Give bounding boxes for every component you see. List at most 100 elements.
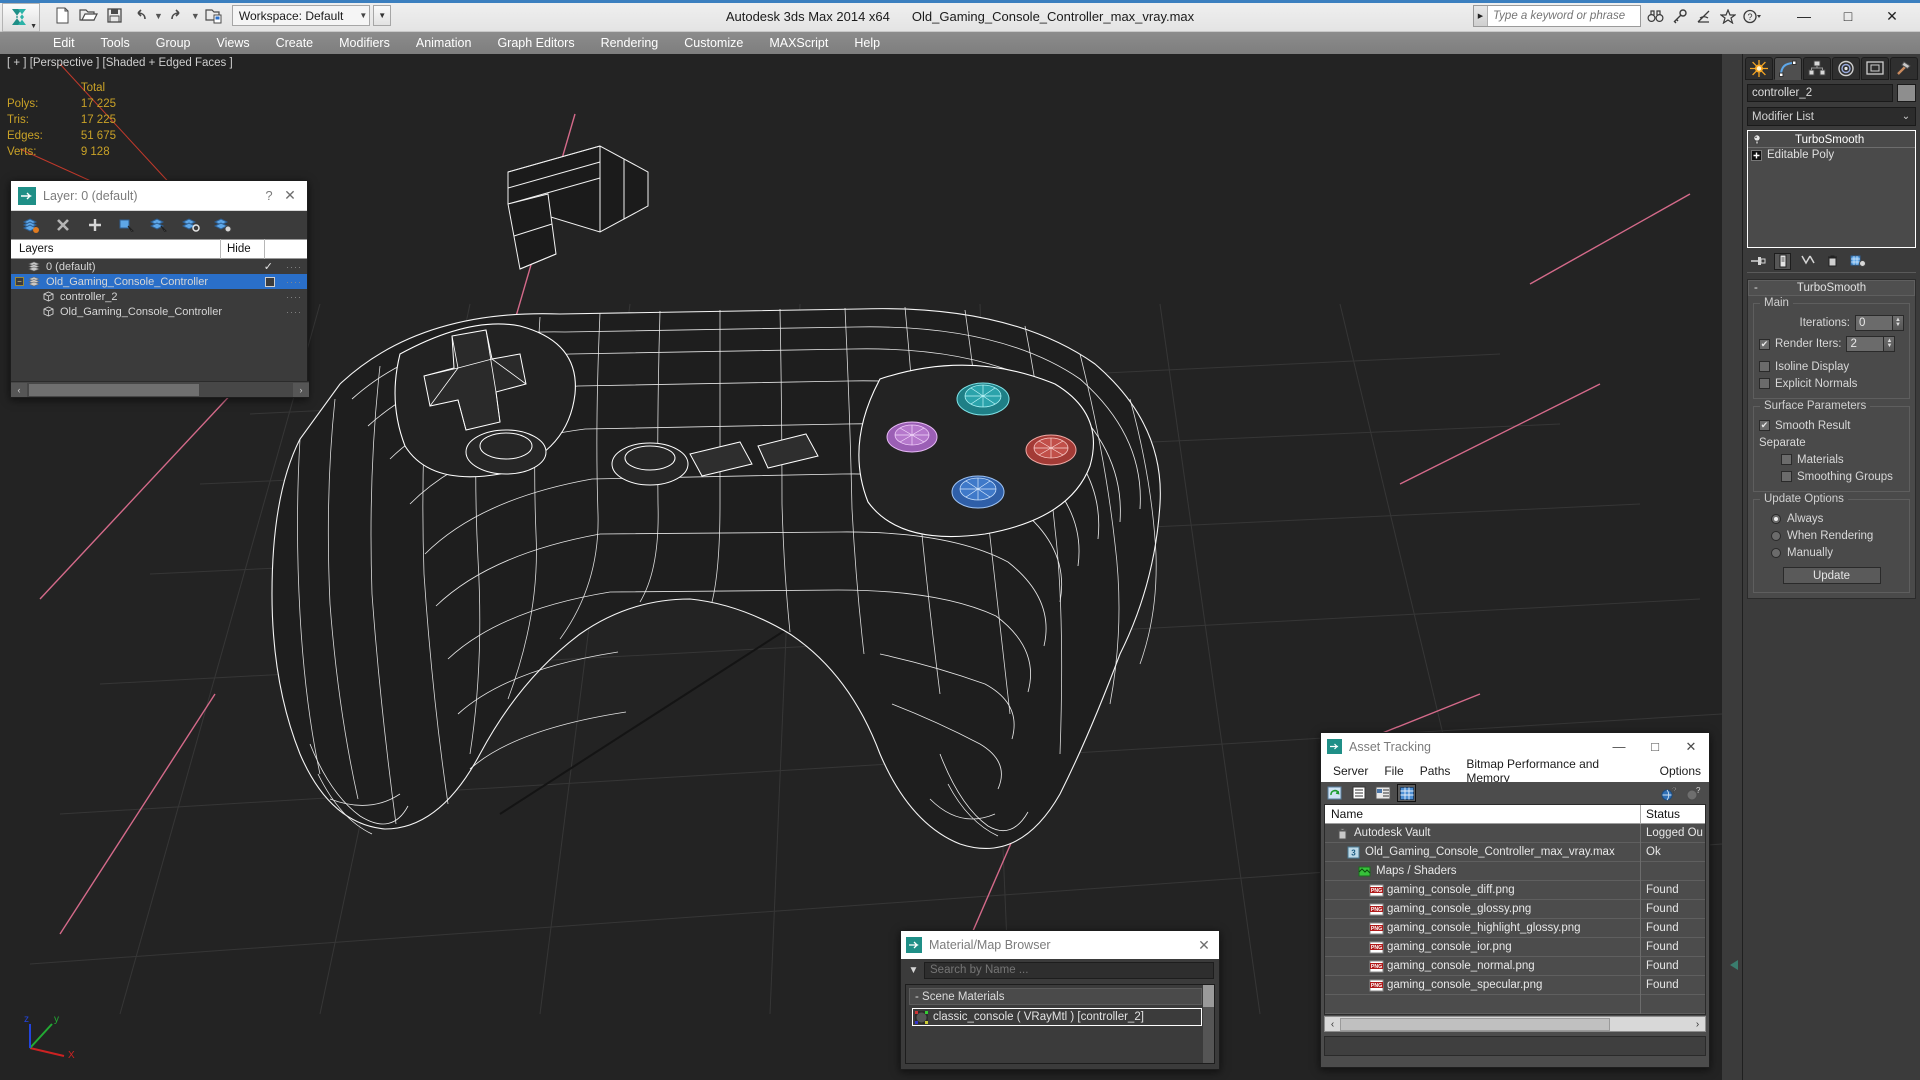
asset-row[interactable]: PNG gaming_console_glossy.png Found — [1325, 899, 1705, 919]
object-name-field[interactable]: controller_2 — [1747, 84, 1893, 102]
layer-properties-icon[interactable] — [213, 216, 232, 235]
separate-smoothing-groups-checkbox[interactable] — [1781, 471, 1792, 482]
layer-dialog-close-button[interactable]: ✕ — [279, 187, 301, 204]
command-panel[interactable]: controller_2 Modifier List ⌄ TurboSmooth… — [1742, 54, 1920, 1080]
grid-view-icon[interactable] — [1397, 784, 1416, 802]
layer-row[interactable]: Old_Gaming_Console_Controller ···· — [11, 304, 307, 319]
render-iters-spinner[interactable]: 2 ▲ ▼ — [1846, 336, 1896, 352]
object-color-swatch[interactable] — [1897, 84, 1916, 102]
scroll-thumb[interactable] — [1203, 985, 1214, 1007]
menu-item-tools[interactable]: Tools — [88, 32, 143, 54]
update-always-radio[interactable] — [1771, 513, 1781, 524]
asset-row[interactable]: PNG gaming_console_specular.png Found — [1325, 975, 1705, 995]
material-list-item[interactable]: classic_console ( VRayMtl ) [controller_… — [912, 1008, 1202, 1026]
scroll-right-arrow-icon[interactable]: › — [1690, 1019, 1705, 1030]
list-view-icon[interactable] — [1349, 784, 1368, 802]
render-iters-spinner-buttons[interactable]: ▲ ▼ — [1884, 336, 1896, 352]
asset-tracking-horizontal-scrollbar[interactable]: ‹ › — [1324, 1016, 1706, 1032]
workspace-dropdown-button[interactable]: ▼ — [373, 5, 392, 26]
asset-menu-item-server[interactable]: Server — [1325, 764, 1376, 778]
layer-dialog-help-button[interactable]: ? — [259, 188, 279, 203]
asset-tracking-close-button[interactable]: ✕ — [1673, 734, 1709, 760]
layer-hide-checkbox[interactable] — [265, 276, 275, 287]
undo-icon[interactable] — [128, 4, 152, 28]
hierarchy-tab[interactable] — [1803, 57, 1831, 80]
expander-minus-icon[interactable]: − — [15, 277, 24, 286]
update-always-row[interactable]: Always — [1759, 510, 1904, 527]
set-project-folder-icon[interactable] — [202, 4, 226, 28]
update-manually-radio[interactable] — [1771, 547, 1781, 558]
modifier-stack[interactable]: TurboSmooth Editable Poly — [1747, 130, 1916, 248]
scene-materials-group-header[interactable]: - Scene Materials — [909, 988, 1202, 1005]
highlight-selected-objects-layer-icon[interactable] — [181, 216, 200, 235]
turbosmooth-rollout-header[interactable]: - TurboSmooth — [1748, 280, 1915, 296]
display-tab[interactable] — [1861, 57, 1889, 80]
asset-menu-item-file[interactable]: File — [1376, 764, 1411, 778]
separate-smoothing-groups-row[interactable]: Smoothing Groups — [1759, 468, 1904, 485]
menu-item-group[interactable]: Group — [143, 32, 204, 54]
help-globe-icon[interactable]: ? — [1659, 784, 1678, 802]
asset-row[interactable]: PNG gaming_console_diff.png Found — [1325, 880, 1705, 900]
asset-row[interactable]: Autodesk Vault Logged Ou — [1325, 823, 1705, 843]
search-dropdown-caret-icon[interactable]: ▶ — [1474, 6, 1488, 26]
render-iters-checkbox[interactable]: ✔ — [1759, 338, 1770, 350]
menu-item-views[interactable]: Views — [203, 32, 262, 54]
redo-icon[interactable] — [165, 4, 189, 28]
separate-materials-checkbox[interactable] — [1781, 454, 1792, 465]
asset-row[interactable]: 3 Old_Gaming_Console_Controller_max_vray.… — [1325, 842, 1705, 862]
iterations-spinner-buttons[interactable]: ▲ ▼ — [1893, 315, 1904, 331]
isoline-display-checkbox[interactable] — [1759, 361, 1770, 372]
open-file-icon[interactable] — [76, 4, 100, 28]
help-icon[interactable]: ? — [1684, 784, 1703, 802]
separate-materials-row[interactable]: Materials — [1759, 451, 1904, 468]
isoline-display-row[interactable]: Isoline Display — [1759, 358, 1904, 375]
menu-item-edit[interactable]: Edit — [40, 32, 88, 54]
close-button[interactable]: ✕ — [1870, 3, 1914, 29]
configure-modifier-sets-icon[interactable] — [1849, 253, 1866, 270]
material-search-input[interactable] — [924, 961, 1214, 979]
smooth-result-checkbox[interactable]: ✔ — [1759, 420, 1770, 431]
asset-menu-item-bitmap-performance-and-memory[interactable]: Bitmap Performance and Memory — [1458, 757, 1651, 785]
utilities-tab[interactable] — [1890, 57, 1918, 80]
motion-tab[interactable] — [1832, 57, 1860, 80]
render-iters-value[interactable]: 2 — [1846, 336, 1885, 352]
modifier-list-dropdown[interactable]: Modifier List ⌄ — [1747, 107, 1916, 126]
asset-tracking-minimize-button[interactable]: — — [1601, 734, 1637, 760]
iterations-spinner[interactable]: 0 ▲ ▼ — [1855, 315, 1904, 331]
material-map-browser[interactable]: Material/Map Browser ✕ ▼ - Scene Materia… — [900, 930, 1220, 1070]
layer-tree[interactable]: 0 (default) ✓ ···· − Old_Gaming_Console_Cont… — [11, 259, 307, 367]
asset-menu-item-options[interactable]: Options — [1652, 764, 1709, 778]
asset-row[interactable] — [1325, 994, 1705, 1014]
scroll-left-arrow-icon[interactable]: ‹ — [11, 382, 27, 397]
menu-item-maxscript[interactable]: MAXScript — [756, 32, 841, 54]
layer-row[interactable]: 0 (default) ✓ ···· — [11, 259, 307, 274]
delete-layer-icon[interactable] — [53, 216, 72, 235]
explicit-normals-checkbox[interactable] — [1759, 378, 1770, 389]
layer-hide-check-icon[interactable]: ✓ — [264, 260, 273, 273]
update-when-rendering-row[interactable]: When Rendering — [1759, 527, 1904, 544]
minimize-button[interactable]: — — [1782, 3, 1826, 29]
maximize-button[interactable]: □ — [1826, 3, 1870, 29]
panel-splitter[interactable] — [1722, 54, 1742, 1080]
asset-row[interactable]: PNG gaming_console_highlight_glossy.png Fo… — [1325, 918, 1705, 938]
asset-grid-body[interactable]: Autodesk Vault Logged Ou 3 Old_Gaming_Conso… — [1325, 823, 1705, 1014]
refresh-icon[interactable] — [1325, 784, 1344, 802]
search-box[interactable]: ▶ — [1473, 5, 1641, 27]
explicit-normals-row[interactable]: Explicit Normals — [1759, 375, 1904, 392]
smooth-result-row[interactable]: ✔ Smooth Result — [1759, 417, 1904, 434]
asset-tracking-window[interactable]: Asset Tracking — □ ✕ Server File Paths Bitm… — [1320, 732, 1710, 1068]
asset-row[interactable]: PNG gaming_console_normal.png Found — [1325, 956, 1705, 976]
scroll-thumb[interactable] — [1340, 1017, 1610, 1031]
make-unique-icon[interactable] — [1799, 253, 1816, 270]
asset-menu-item-paths[interactable]: Paths — [1412, 764, 1459, 778]
pin-stack-icon[interactable] — [1749, 253, 1766, 270]
details-view-icon[interactable] — [1373, 784, 1392, 802]
asset-tracking-maximize-button[interactable]: □ — [1637, 734, 1673, 760]
menu-item-modifiers[interactable]: Modifiers — [326, 32, 403, 54]
scroll-thumb[interactable] — [29, 383, 199, 396]
menu-item-help[interactable]: Help — [841, 32, 893, 54]
material-browser-close-button[interactable]: ✕ — [1193, 937, 1215, 954]
key-icon[interactable] — [1669, 5, 1690, 27]
turbosmooth-rollout[interactable]: - TurboSmooth Main Iterations: 0 ▲ ▼ ✔ Re… — [1747, 279, 1916, 599]
panel-collapse-arrow-icon[interactable] — [1728, 958, 1740, 972]
